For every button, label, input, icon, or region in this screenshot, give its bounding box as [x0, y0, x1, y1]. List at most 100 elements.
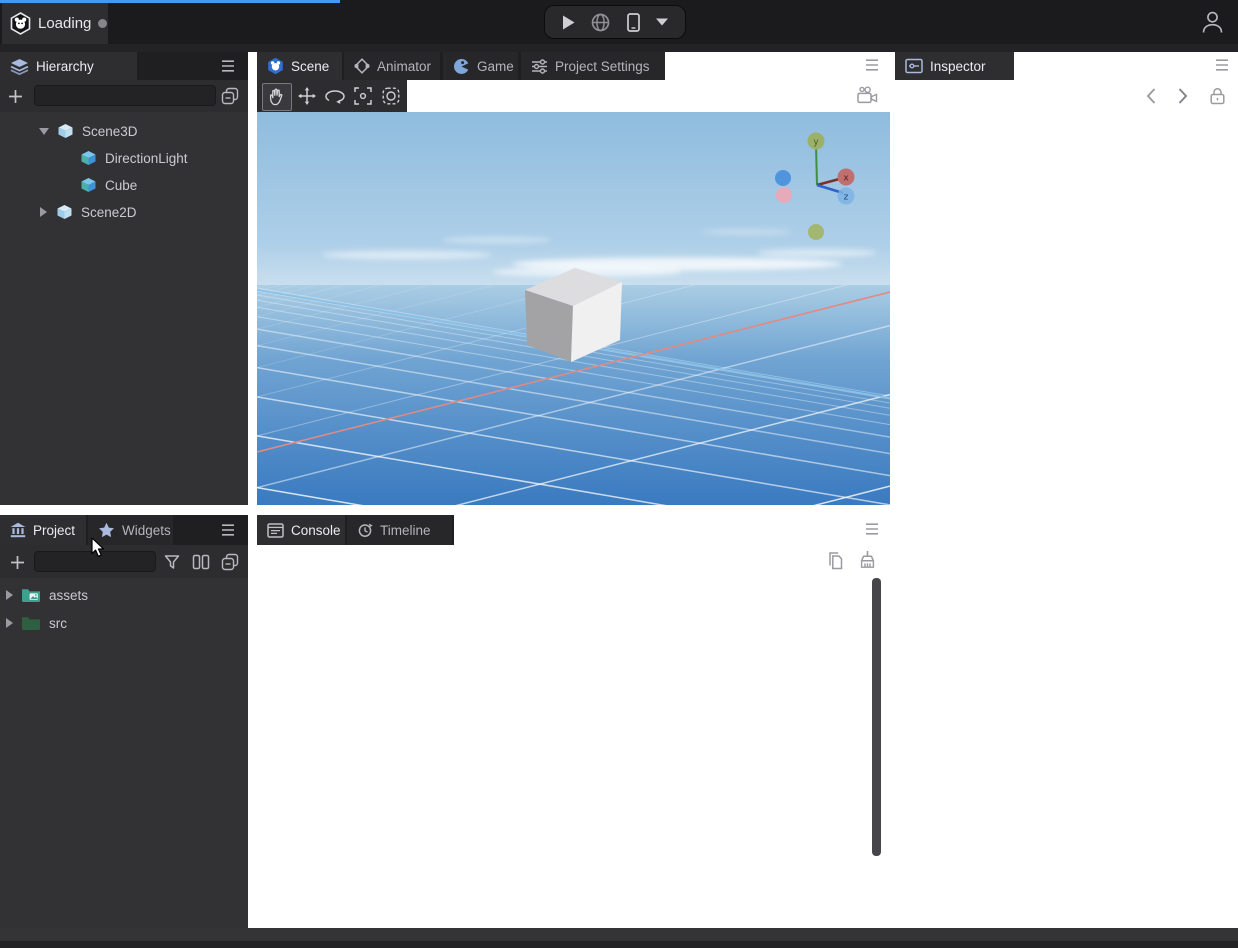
preview-device-button[interactable] [626, 12, 640, 32]
hierarchy-title: Hierarchy [36, 58, 94, 74]
tree-label: Scene3D [82, 123, 138, 139]
hierarchy-tabrow: Hierarchy [0, 52, 248, 80]
region-icon [382, 87, 400, 105]
tree-row-scene2d[interactable]: Scene2D [0, 199, 248, 225]
menu-icon [866, 59, 878, 71]
caret-right-icon[interactable] [6, 590, 13, 600]
region-tool-button[interactable] [379, 85, 403, 107]
clear-broom-icon [860, 550, 874, 568]
scene-viewport[interactable]: y x z [257, 112, 890, 505]
tab-timeline[interactable]: Timeline [347, 515, 452, 545]
app-logo-icon [10, 12, 31, 35]
console-scrollbar-thumb[interactable] [872, 578, 881, 856]
editor-window: Loading Hierarchy Scene3D DirectionLight… [0, 0, 1238, 948]
tree-label: Scene2D [81, 204, 137, 220]
tab-scene[interactable]: Scene [257, 52, 342, 80]
preview-web-button[interactable] [591, 13, 610, 32]
caret-down-icon[interactable] [39, 127, 49, 135]
tree-row-cube[interactable]: Cube [0, 172, 248, 198]
tree-row-src[interactable]: src [0, 610, 248, 636]
console-clear-button[interactable] [856, 548, 878, 570]
chevron-left-icon [1146, 88, 1156, 104]
status-dot [98, 19, 108, 28]
tab-animator[interactable]: Animator [344, 52, 440, 80]
gizmo-z-ball[interactable]: z [837, 187, 855, 205]
entity-cube-icon [81, 151, 96, 165]
project-collapse-all-button[interactable] [220, 552, 240, 572]
star-icon [99, 522, 114, 538]
play-button[interactable] [562, 15, 575, 30]
project-title-tab[interactable]: Loading [2, 3, 108, 44]
gizmo-neg-z-ball[interactable] [775, 170, 791, 186]
lock-icon [1209, 87, 1225, 105]
console-menu-button[interactable] [864, 522, 880, 536]
sliders-icon [532, 58, 547, 74]
chevron-down-icon [656, 18, 669, 26]
gizmo-x-ball[interactable]: x [837, 168, 855, 186]
inspector-forward-button[interactable] [1176, 87, 1190, 105]
tab-console[interactable]: Console [257, 515, 345, 545]
gizmo-neg-x-ball[interactable] [776, 187, 792, 203]
frame-tool-button[interactable] [351, 85, 375, 107]
caret-right-icon[interactable] [40, 207, 47, 217]
scene-toolbar [257, 80, 407, 112]
move-icon [298, 87, 316, 105]
rotate-tool-button[interactable] [323, 85, 347, 107]
hierarchy-menu-button[interactable] [220, 59, 236, 73]
bank-icon [10, 522, 26, 538]
hierarchy-add-button[interactable] [6, 87, 24, 105]
run-more-button[interactable] [656, 18, 669, 26]
menu-icon [222, 60, 234, 72]
scene-menu-button[interactable] [864, 58, 880, 72]
scene-camera-button[interactable] [854, 84, 880, 106]
tree-row-assets[interactable]: assets [0, 582, 248, 608]
tab-inspector[interactable]: Inspector [895, 52, 1014, 80]
inspector-back-button[interactable] [1144, 87, 1158, 105]
move-tool-button[interactable] [295, 85, 319, 107]
console-tabrow: Console Timeline [257, 515, 454, 545]
account-button[interactable] [1198, 8, 1226, 36]
person-icon [1202, 11, 1222, 33]
collapse-all-icon [221, 87, 239, 105]
tab-project[interactable]: Project [0, 515, 86, 545]
project-layout-button[interactable] [191, 552, 211, 572]
gizmo-neg-y-ball[interactable] [808, 224, 824, 240]
layers-icon [10, 58, 29, 75]
tree-row-scene3d[interactable]: Scene3D [0, 118, 248, 144]
chevron-right-icon [1178, 88, 1188, 104]
src-folder-icon [22, 617, 40, 630]
project-filter-button[interactable] [162, 552, 182, 572]
tree-label: assets [49, 587, 89, 603]
inspector-icon [905, 58, 923, 74]
project-menu-button[interactable] [220, 523, 236, 537]
hierarchy-tree: Scene3D DirectionLight Cube Scene2D [0, 112, 248, 505]
inspector-menu-button[interactable] [1214, 58, 1230, 72]
rotate-icon [325, 89, 345, 104]
frame-icon [354, 87, 372, 105]
hand-tool-button[interactable] [262, 83, 292, 111]
plus-icon [10, 555, 24, 569]
tree-label: DirectionLight [105, 150, 188, 166]
tree-row-directionlight[interactable]: DirectionLight [0, 145, 248, 171]
menu-icon [1216, 59, 1228, 71]
hierarchy-collapse-all-button[interactable] [220, 86, 240, 106]
scene-cube-icon [57, 205, 72, 219]
topbar-divider [0, 44, 1238, 52]
inspector-lock-button[interactable] [1208, 86, 1226, 106]
gizmo-y-ball[interactable]: y [807, 132, 825, 150]
inspector-tabrow: Inspector [895, 52, 1014, 80]
caret-right-icon[interactable] [6, 618, 13, 628]
console-log-area [257, 578, 890, 928]
entity-cube-icon [81, 178, 96, 192]
tab-hierarchy[interactable]: Hierarchy [0, 52, 137, 80]
console-copy-button[interactable] [824, 549, 844, 571]
svg-text:x: x [843, 174, 849, 184]
status-bar [0, 928, 1238, 941]
tab-project-settings[interactable]: Project Settings [521, 52, 665, 80]
project-toolbar [0, 545, 248, 578]
window-bottom-edge [0, 941, 1238, 948]
project-add-button[interactable] [8, 553, 26, 571]
tab-game[interactable]: Game [443, 52, 518, 80]
camera-icon [857, 86, 878, 103]
hierarchy-search-input[interactable] [34, 85, 216, 106]
